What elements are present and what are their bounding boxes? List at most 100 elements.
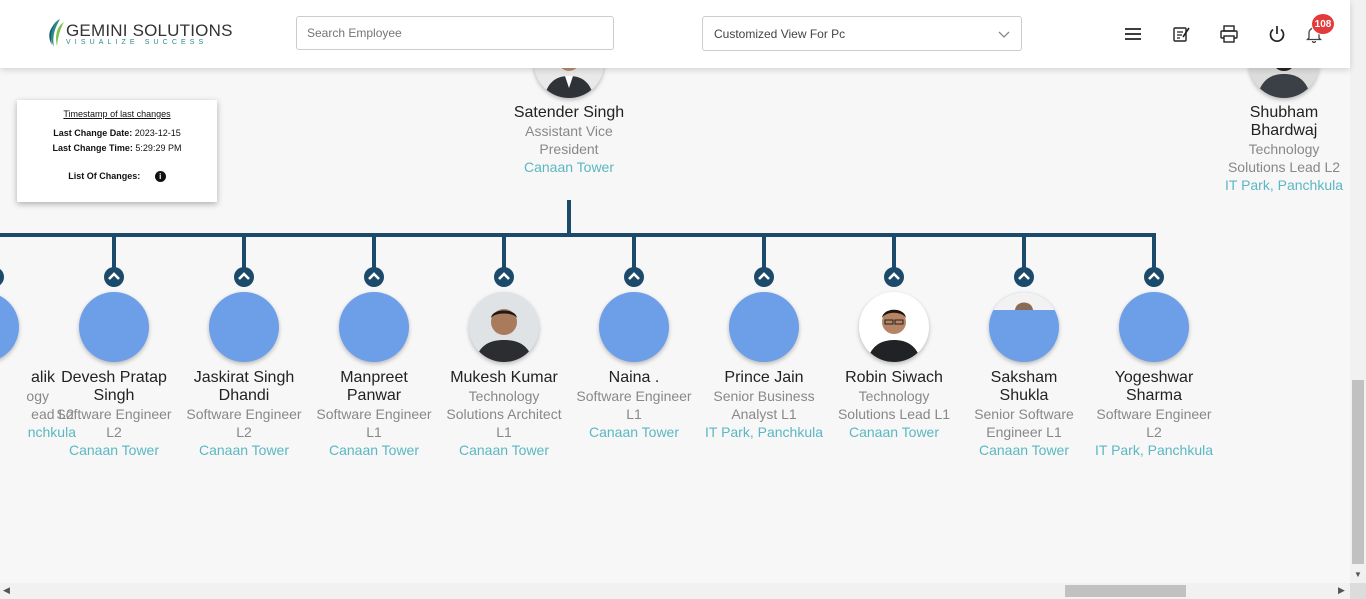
employee-name: Panwar (346, 387, 402, 404)
collapse-toggle[interactable] (1144, 267, 1164, 287)
employee-name: Manpreet (340, 369, 408, 386)
person-photo-icon (469, 292, 539, 362)
collapse-toggle[interactable] (1014, 267, 1034, 287)
employee-role: Senior Business (713, 388, 815, 404)
person-photo-icon (989, 292, 1059, 310)
last-change-time: Last Change Time: 5:29:29 PM (17, 143, 217, 153)
employee-avatar[interactable] (79, 292, 149, 362)
power-icon[interactable] (1268, 25, 1286, 43)
scrollbar-corner (1350, 583, 1366, 599)
employee-name: Yogeshwar (1114, 369, 1194, 386)
employee-avatar[interactable] (859, 292, 929, 362)
report-node[interactable]: Yogeshwar Sharma Software Engineer L2 IT… (1089, 369, 1219, 459)
changes-label: List Of Changes: (68, 171, 141, 181)
search-input[interactable] (296, 16, 614, 50)
vertical-scroll-thumb[interactable] (1352, 380, 1364, 564)
date-value: 2023-12-15 (134, 128, 181, 138)
collapse-toggle[interactable] (234, 267, 254, 287)
report-node[interactable]: Prince Jain Senior Business Analyst L1 I… (699, 369, 829, 441)
employee-location: IT Park, Panchkula (1094, 442, 1214, 458)
employee-avatar[interactable] (729, 292, 799, 362)
app-header: GEMINI SOLUTIONS VISUALIZE SUCCESS Custo… (0, 0, 1350, 68)
collapse-toggle[interactable] (104, 267, 124, 287)
chevron-up-icon (1148, 272, 1160, 280)
print-icon[interactable] (1220, 25, 1238, 43)
employee-role: L1 (366, 424, 382, 440)
report-node[interactable]: Mukesh Kumar Technology Solutions Archit… (439, 369, 569, 459)
employee-role: L1 (626, 406, 642, 422)
time-value: 5:29:29 PM (135, 143, 182, 153)
employee-name: Bhardwaj (1250, 122, 1318, 139)
scroll-down-icon[interactable]: ▼ (1354, 570, 1362, 579)
employee-role: Assistant Vice (525, 123, 613, 139)
employee-name: Mukesh Kumar (450, 369, 558, 386)
chevron-up-icon (108, 272, 120, 280)
collapse-toggle[interactable] (884, 267, 904, 287)
employee-location: Canaan Tower (588, 424, 680, 440)
employee-avatar[interactable] (339, 292, 409, 362)
employee-location: IT Park, Panchkula (704, 424, 824, 440)
collapse-toggle[interactable] (494, 267, 514, 287)
employee-role: Technology (468, 388, 540, 404)
company-logo[interactable]: GEMINI SOLUTIONS VISUALIZE SUCCESS (46, 16, 232, 50)
notification-badge[interactable]: 108 (1311, 13, 1335, 35)
timestamp-card: Timestamp of last changes Last Change Da… (17, 100, 217, 202)
employee-name: Naina . (608, 369, 660, 386)
collapse-toggle[interactable] (754, 267, 774, 287)
employee-location: Canaan Tower (68, 442, 160, 458)
employee-name: Dhandi (218, 387, 270, 404)
view-select[interactable]: Customized View For Pc (702, 16, 1022, 51)
scroll-right-icon[interactable]: ▶ (1338, 585, 1345, 596)
person-photo-icon (859, 292, 929, 362)
employee-role: L2 (236, 424, 252, 440)
employee-name: Singh (93, 387, 135, 404)
employee-name: Devesh Pratap (61, 369, 167, 386)
peer-node[interactable]: Shubham Bhardwaj Technology Solutions Le… (1219, 104, 1349, 194)
view-select-value: Customized View For Pc (714, 27, 846, 41)
employee-location: Canaan Tower (328, 442, 420, 458)
scroll-left-icon[interactable]: ◀ (3, 585, 10, 596)
date-label: Last Change Date: (53, 128, 133, 138)
employee-role: Analyst L1 (731, 406, 797, 422)
collapse-toggle[interactable] (624, 267, 644, 287)
last-change-date: Last Change Date: 2023-12-15 (17, 128, 217, 138)
info-icon[interactable]: i (154, 171, 166, 183)
employee-location: Canaan Tower (198, 442, 290, 458)
employee-name: Shukla (999, 387, 1049, 404)
menu-icon[interactable] (1124, 25, 1142, 43)
employee-location: Canaan Tower (848, 424, 940, 440)
leaf-logo-icon (49, 19, 64, 47)
horizontal-scrollbar[interactable]: ◀ ▶ (0, 583, 1350, 599)
logo-tagline: VISUALIZE SUCCESS (66, 39, 208, 46)
employee-role: Software Engineer (56, 406, 172, 422)
list-of-changes: List Of Changes: i (17, 171, 217, 183)
notes-icon[interactable] (1172, 25, 1190, 43)
employee-role: Software Engineer (316, 406, 432, 422)
employee-avatar[interactable] (209, 292, 279, 362)
logo-text: GEMINI SOLUTIONS (66, 21, 233, 40)
manager-node[interactable]: Satender Singh Assistant Vice President … (504, 104, 634, 176)
chevron-up-icon (238, 272, 250, 280)
employee-name: Prince Jain (724, 369, 804, 386)
employee-role: L2 (106, 424, 122, 440)
report-node[interactable]: Naina . Software Engineer L1 Canaan Towe… (569, 369, 699, 441)
employee-avatar[interactable] (599, 292, 669, 362)
vertical-scrollbar[interactable]: ▼ (1350, 0, 1366, 583)
employee-name: Sharma (1125, 387, 1183, 404)
employee-avatar[interactable] (989, 292, 1059, 362)
employee-role: President (539, 141, 599, 157)
horizontal-scroll-thumb[interactable] (1065, 585, 1186, 597)
employee-name: Jaskirat Singh (193, 369, 295, 386)
employee-name: Shubham (1249, 104, 1319, 121)
report-node[interactable]: Devesh Pratap Singh Software Engineer L2… (49, 369, 179, 459)
chevron-down-icon (998, 31, 1010, 38)
employee-avatar[interactable] (1119, 292, 1189, 362)
chevron-up-icon (758, 272, 770, 280)
employee-avatar[interactable] (469, 292, 539, 362)
report-node[interactable]: Manpreet Panwar Software Engineer L1 Can… (309, 369, 439, 459)
report-node[interactable]: Robin Siwach Technology Solutions Lead L… (829, 369, 959, 441)
collapse-toggle[interactable] (364, 267, 384, 287)
chevron-up-icon (888, 272, 900, 280)
report-node[interactable]: Jaskirat Singh Dhandi Software Engineer … (179, 369, 309, 459)
report-node[interactable]: Saksham Shukla Senior Software Engineer … (959, 369, 1089, 459)
